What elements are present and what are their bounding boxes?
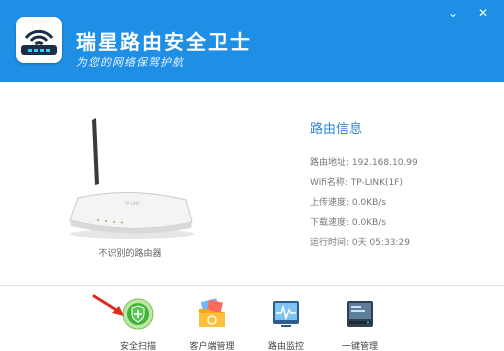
svg-text:TP-LINK: TP-LINK [123,201,140,206]
one-click-manage-label: 一键管理 [341,342,378,351]
client-folder-icon [196,298,228,330]
info-row-wifi: Wifi名称: TP-LINK(1F) [310,178,403,188]
info-value-wifi: TP-LINK(1F) [350,178,403,188]
router-caption: 不识别的路由器 [98,249,162,259]
info-value-upload: 0.0KB/s [351,198,387,208]
manage-icon [344,298,376,330]
shield-scan-icon [122,298,154,330]
info-value-download: 0.0KB/s [351,218,387,228]
close-button[interactable]: ✕ [476,6,490,20]
minimize-button[interactable]: ⌄ [446,6,460,20]
red-arrow-icon [92,294,124,316]
security-scan-label: 安全扫描 [119,342,156,351]
bottom-toolbar: 安全扫描 客户端管理 路由监控 一键管理 [0,286,504,351]
client-management-label: 客户端管理 [189,342,235,351]
monitor-icon [270,298,302,330]
app-header: 瑞星路由安全卫士 为您的网络保驾护航 ⌄ ✕ [0,0,504,82]
app-subtitle: 为您的网络保驾护航 [76,56,184,69]
one-click-manage-button[interactable]: 一键管理 [330,298,390,351]
client-management-button[interactable]: 客户端管理 [182,298,242,351]
router-monitor-label: 路由监控 [267,342,304,351]
router-info-title: 路由信息 [310,122,363,137]
router-info-panel: 路由信息 路由地址: 192.168.10.99 Wifi名称: TP-LINK… [310,118,418,253]
app-title: 瑞星路由安全卫士 [76,30,252,54]
info-value-uptime: 0天 05:33:29 [351,238,410,248]
router-image: TP-LINK [60,112,200,242]
info-row-upload: 上传速度: 0.0KB/s [310,198,387,208]
app-logo-icon [16,17,62,63]
info-value-address: 192.168.10.99 [351,158,418,168]
router-monitor-button[interactable]: 路由监控 [256,298,316,351]
info-row-download: 下载速度: 0.0KB/s [310,218,387,228]
info-row-uptime: 运行时间: 0天 05:33:29 [310,238,410,248]
info-row-address: 路由地址: 192.168.10.99 [310,158,418,168]
